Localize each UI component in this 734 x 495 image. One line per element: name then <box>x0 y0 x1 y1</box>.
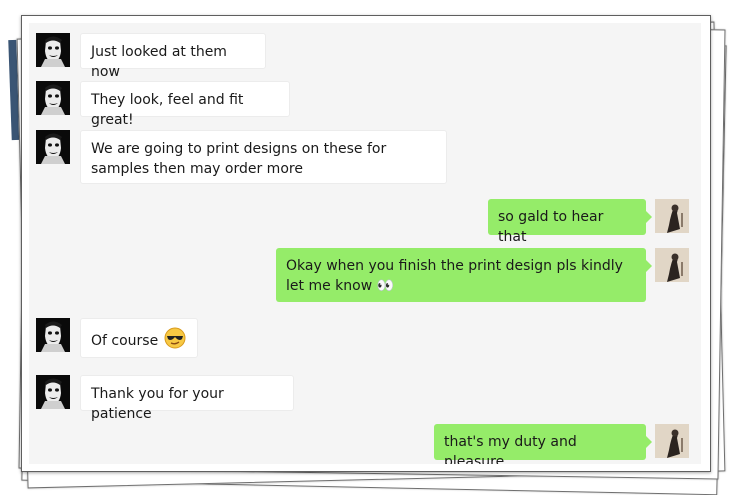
message-text: Of course <box>91 333 159 349</box>
message-bubble-outgoing[interactable]: Okay when you finish the print design pl… <box>276 248 652 302</box>
message-bubble-outgoing[interactable]: so gald to hear that <box>488 199 652 245</box>
sunglasses-emoji-icon <box>164 327 186 355</box>
screenshot-frame: Just looked at them now They look, feel … <box>21 15 711 472</box>
contact-avatar[interactable] <box>36 33 70 67</box>
message-bubble-incoming[interactable]: Of course <box>80 318 198 358</box>
contact-avatar[interactable] <box>36 318 70 352</box>
user-avatar[interactable] <box>655 424 689 458</box>
contact-avatar[interactable] <box>36 130 70 164</box>
message-bubble-incoming[interactable]: We are going to print designs on these f… <box>80 130 447 184</box>
contact-avatar[interactable] <box>36 375 70 409</box>
message-bubble-outgoing[interactable]: that's my duty and pleasure <box>434 424 652 464</box>
contact-avatar[interactable] <box>36 81 70 115</box>
user-avatar[interactable] <box>655 199 689 233</box>
user-avatar[interactable] <box>655 248 689 282</box>
message-bubble-incoming[interactable]: Thank you for your patience <box>80 375 294 422</box>
chat-area[interactable]: Just looked at them now They look, feel … <box>29 23 701 464</box>
message-bubble-incoming[interactable]: They look, feel and fit great! <box>80 81 290 128</box>
message-bubble-incoming[interactable]: Just looked at them now <box>80 33 266 80</box>
